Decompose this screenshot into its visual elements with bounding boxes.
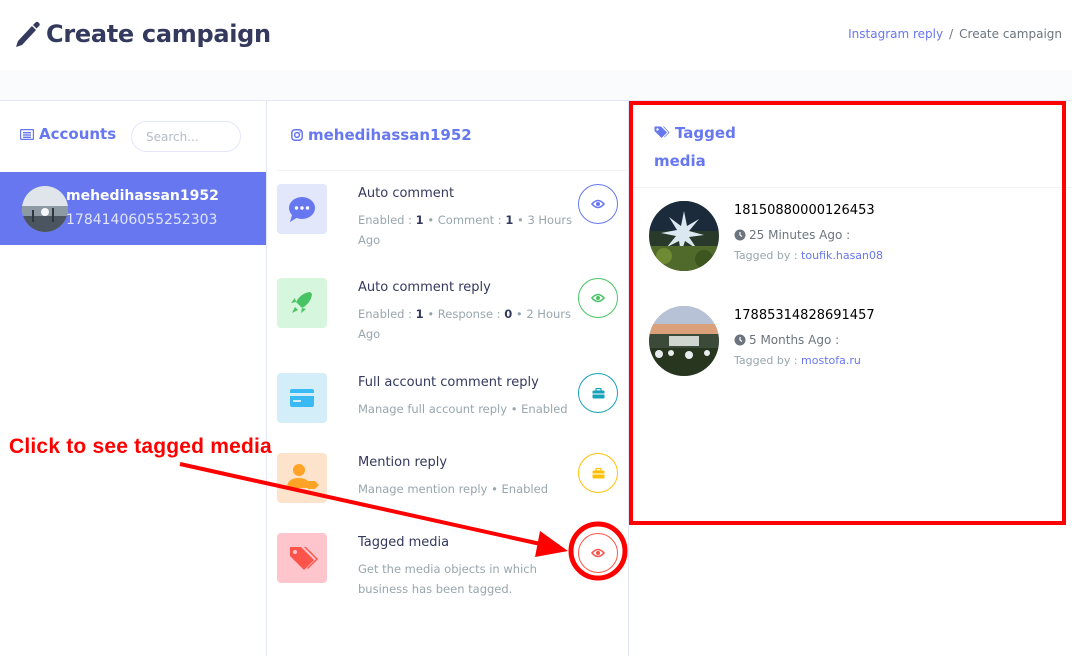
accounts-heading: Accounts bbox=[20, 125, 116, 143]
feature-meta: Manage mention reply • Enabled bbox=[358, 482, 549, 496]
clock-icon bbox=[734, 334, 746, 346]
divider bbox=[277, 170, 629, 171]
account-item-selected[interactable]: mehedihassan1952 17841406055252303 bbox=[0, 172, 266, 245]
feature-title: Tagged media bbox=[358, 535, 450, 550]
feature-title: Full account comment reply bbox=[358, 375, 539, 390]
tagged-media-panel: Tagged media 18150880000126453 25 Minutes… bbox=[629, 100, 1072, 656]
annotation-text: Click to see tagged media bbox=[9, 435, 272, 458]
credit-card-icon bbox=[290, 389, 314, 407]
briefcase-icon bbox=[592, 387, 604, 398]
feature-meta: Manage full account reply • Enabled bbox=[358, 402, 568, 416]
page: Create campaign Instagram reply / Create c… bbox=[0, 0, 1072, 656]
feature-auto-comment: Auto comment Enabled : 1 • Comment : 1 •… bbox=[267, 184, 629, 274]
tagged-media-view-button[interactable] bbox=[578, 533, 618, 573]
tagged-media-heading: Tagged media bbox=[654, 119, 736, 175]
eye-icon bbox=[591, 293, 605, 303]
feature-title: Auto comment bbox=[358, 186, 455, 201]
full-account-reply-manage-button[interactable] bbox=[578, 373, 618, 413]
features-panel: mehedihassan1952 Auto comment Enabled : … bbox=[267, 100, 629, 656]
tagged-heading-line1: Tagged bbox=[675, 124, 736, 142]
instagram-icon bbox=[291, 129, 303, 141]
comment-dots-icon bbox=[289, 197, 315, 222]
media-thumbnail bbox=[649, 306, 719, 376]
media-id: 18150880000126453 bbox=[734, 203, 875, 218]
account-name: mehedihassan1952 bbox=[66, 188, 219, 204]
feature-icon-box bbox=[277, 533, 327, 583]
pencil-icon bbox=[16, 21, 40, 47]
briefcase-icon bbox=[592, 467, 604, 478]
media-thumbnail bbox=[649, 201, 719, 271]
breadcrumb-separator: / bbox=[949, 27, 954, 41]
list-alt-icon bbox=[20, 129, 34, 140]
breadcrumb-link-instagram-reply[interactable]: Instagram reply bbox=[848, 27, 943, 41]
tagged-by-user-link[interactable]: mostofa.ru bbox=[801, 354, 861, 367]
breadcrumb-current: Create campaign bbox=[959, 27, 1062, 41]
eye-icon bbox=[591, 548, 605, 558]
feature-auto-comment-reply: Auto comment reply Enabled : 1 • Respons… bbox=[267, 278, 629, 368]
mention-reply-manage-button[interactable] bbox=[578, 453, 618, 493]
tagged-media-item[interactable]: 17885314828691457 5 Months Ago : Tagged … bbox=[649, 306, 1069, 381]
media-time: 25 Minutes Ago : bbox=[734, 228, 850, 242]
accounts-heading-label: Accounts bbox=[39, 125, 117, 143]
section-spacer bbox=[0, 70, 1072, 100]
tagged-heading-line2: media bbox=[654, 152, 706, 170]
auto-comment-reply-view-button[interactable] bbox=[578, 278, 618, 318]
feature-title: Mention reply bbox=[358, 455, 448, 470]
tagged-media-item[interactable]: 18150880000126453 25 Minutes Ago : Tagge… bbox=[649, 201, 1069, 276]
feature-icon-box bbox=[277, 184, 327, 234]
account-avatar bbox=[22, 186, 68, 232]
breadcrumb: Instagram reply / Create campaign bbox=[848, 27, 1062, 41]
media-tagged-by: Tagged by : mostofa.ru bbox=[734, 354, 861, 367]
feature-icon-box bbox=[277, 453, 327, 503]
page-title: Create campaign bbox=[46, 20, 271, 48]
tags-icon bbox=[290, 547, 318, 570]
feature-mention-reply: Mention reply Manage mention reply • Ena… bbox=[267, 453, 629, 543]
instagram-account-heading: mehedihassan1952 bbox=[291, 126, 472, 144]
feature-meta: Enabled : 1 • Comment : 1 • 3 Hours Ago bbox=[358, 213, 573, 247]
feature-icon-box bbox=[277, 278, 327, 328]
media-id: 17885314828691457 bbox=[734, 308, 875, 323]
feature-title: Auto comment reply bbox=[358, 280, 491, 295]
feature-full-account-comment-reply: Full account comment reply Manage full a… bbox=[267, 373, 629, 463]
accounts-panel: Accounts mehedihassan1952 17841406055252… bbox=[0, 100, 267, 656]
divider bbox=[629, 187, 1072, 188]
user-tag-icon bbox=[287, 464, 319, 489]
auto-comment-view-button[interactable] bbox=[578, 184, 618, 224]
account-id: 17841406055252303 bbox=[66, 212, 218, 228]
tags-icon bbox=[654, 126, 670, 138]
feature-meta: Enabled : 1 • Response : 0 • 2 Hours Ago bbox=[358, 307, 571, 341]
feature-tagged-media: Tagged media Get the media objects in wh… bbox=[267, 533, 629, 623]
tagged-by-user-link[interactable]: toufik.hasan08 bbox=[801, 249, 883, 262]
instagram-account-name: mehedihassan1952 bbox=[308, 126, 472, 144]
clock-icon bbox=[734, 229, 746, 241]
page-header: Create campaign Instagram reply / Create c… bbox=[0, 0, 1072, 70]
media-tagged-by: Tagged by : toufik.hasan08 bbox=[734, 249, 884, 262]
account-search-input[interactable] bbox=[131, 121, 241, 152]
feature-icon-box bbox=[277, 373, 327, 423]
eye-icon bbox=[591, 199, 605, 209]
media-time: 5 Months Ago : bbox=[734, 333, 839, 347]
feature-meta: Get the media objects in which business … bbox=[358, 562, 537, 596]
rocket-icon bbox=[291, 292, 312, 313]
